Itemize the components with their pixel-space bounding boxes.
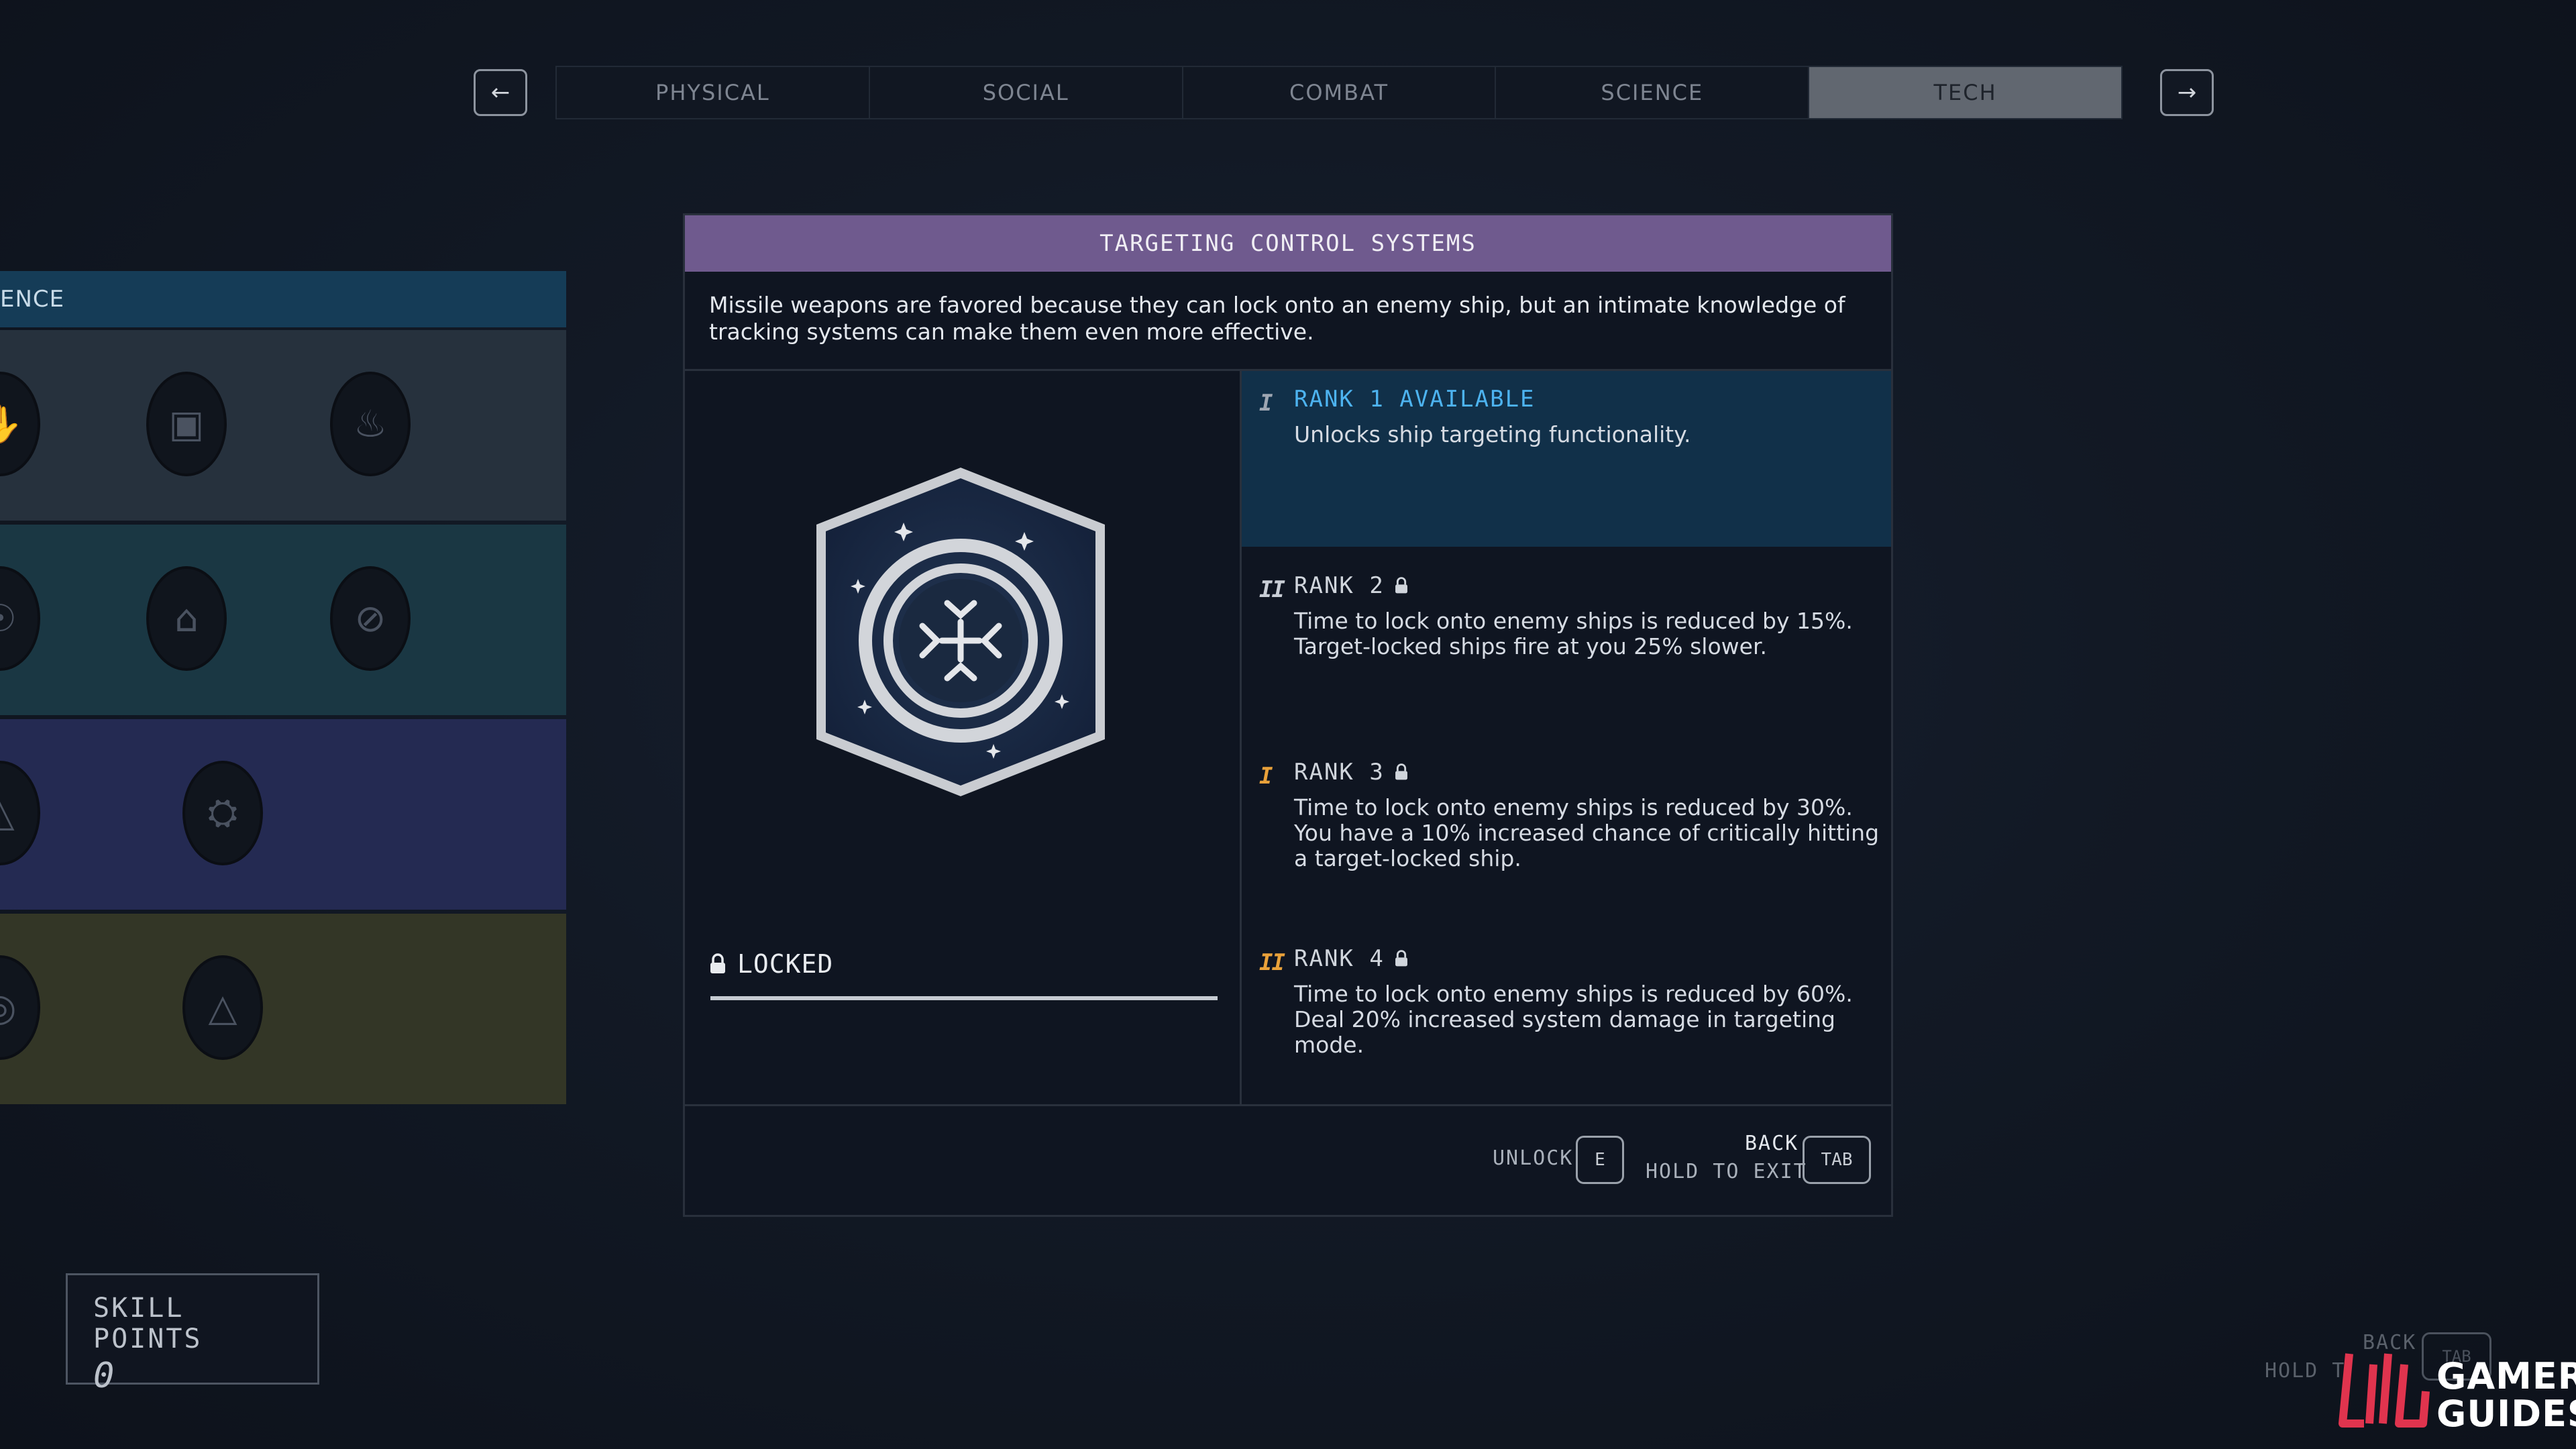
- tab-combat[interactable]: COMBAT: [1183, 67, 1497, 118]
- skill-icon[interactable]: ⊘: [330, 566, 411, 671]
- progress-bar: [710, 996, 1218, 1000]
- targeting-reticle-badge-icon: [816, 468, 1105, 796]
- skill-icon[interactable]: ⛭: [182, 761, 263, 865]
- rank-description: Time to lock onto enemy ships is reduced…: [1294, 608, 1853, 659]
- tab-physical[interactable]: PHYSICAL: [557, 67, 870, 118]
- skill-points-panel: SKILL POINTS 0: [66, 1273, 319, 1396]
- rank-title: RANK 1 AVAILABLE: [1294, 386, 1536, 413]
- logo-line-2: GUIDES: [2436, 1393, 2576, 1435]
- rank-2-item[interactable]: II RANK 2 Time to lock onto enemy ships …: [1242, 557, 1891, 733]
- skill-title: TARGETING CONTROL SYSTEMS: [685, 215, 1891, 272]
- ranks-list: I RANK 1 AVAILABLE Unlocks ship targetin…: [1242, 371, 1891, 1104]
- skill-description: Missile weapons are favored because they…: [685, 272, 1891, 371]
- skill-tree-row-advanced: ☉ ⌂ ⊘: [0, 525, 566, 715]
- unlock-key-button[interactable]: E: [1576, 1136, 1624, 1184]
- lock-icon: [1395, 763, 1407, 780]
- rank-marker-icon: I: [1259, 763, 1273, 790]
- rank-1-item[interactable]: I RANK 1 AVAILABLE Unlocks ship targetin…: [1242, 371, 1891, 547]
- skill-icon[interactable]: ⌂: [146, 566, 227, 671]
- lock-icon: [1395, 577, 1407, 594]
- tab-social[interactable]: SOCIAL: [870, 67, 1183, 118]
- rank-marker-icon: II: [1259, 949, 1285, 976]
- skill-detail-modal: TARGETING CONTROL SYSTEMS Missile weapon…: [683, 213, 1893, 1217]
- skill-icon[interactable]: ◭: [0, 761, 40, 865]
- skill-image-pane: LOCKED: [685, 371, 1242, 1104]
- skill-tree-row-master: ◎ △: [0, 914, 566, 1104]
- tab-tech[interactable]: TECH: [1809, 67, 2121, 118]
- next-category-button[interactable]: →: [2160, 69, 2214, 116]
- skill-icon[interactable]: ✋: [0, 372, 40, 476]
- rank-4-item[interactable]: II RANK 4 Time to lock onto enemy ships …: [1242, 930, 1891, 1106]
- rank-marker-icon: II: [1259, 576, 1285, 603]
- skill-tree-row-expert: ◭ ⛭: [0, 719, 566, 910]
- lock-icon: [1395, 950, 1407, 967]
- rank-title: RANK 3: [1294, 759, 1385, 786]
- rank-description: Unlocks ship targeting functionality.: [1294, 421, 1691, 447]
- prev-category-button[interactable]: ←: [474, 69, 527, 116]
- skill-icon[interactable]: ☉: [0, 566, 40, 671]
- skill-tree-header-label: ENCE: [0, 286, 65, 313]
- ghost-hold-label: HOLD T: [2265, 1359, 2346, 1383]
- arrow-right-icon: →: [2177, 79, 2197, 106]
- rank-title: RANK 4: [1294, 945, 1385, 972]
- rank-title: RANK 2: [1294, 572, 1385, 599]
- skill-status: LOCKED: [709, 949, 833, 979]
- hold-to-exit-label: HOLD TO EXIT: [1646, 1160, 1807, 1183]
- skill-tree-header: ENCE: [0, 271, 566, 327]
- skill-icon[interactable]: ◎: [0, 955, 40, 1060]
- rank-description: Time to lock onto enemy ships is reduced…: [1294, 981, 1853, 1058]
- logo-line-1: GAMER: [2436, 1355, 2576, 1397]
- skill-status-label: LOCKED: [737, 949, 834, 979]
- gamer-guides-logo-mark-icon: [2339, 1353, 2430, 1428]
- rank-description: Time to lock onto enemy ships is reduced…: [1294, 794, 1880, 871]
- modal-footer: UNLOCK E BACK HOLD TO EXIT TAB: [685, 1104, 1891, 1217]
- skill-icon[interactable]: ♨: [330, 372, 411, 476]
- skill-tree-row-novice: ✋ ▣ ♨: [0, 330, 566, 521]
- tab-science[interactable]: SCIENCE: [1496, 67, 1810, 118]
- skill-points-value: 0: [93, 1356, 115, 1396]
- back-label: BACK: [1745, 1132, 1799, 1155]
- rank-3-item[interactable]: I RANK 3 Time to lock onto enemy ships i…: [1242, 744, 1891, 920]
- skill-icon[interactable]: △: [182, 955, 263, 1060]
- skill-points-label: SKILL POINTS: [93, 1293, 203, 1354]
- skill-icon[interactable]: ▣: [146, 372, 227, 476]
- tab-key-button[interactable]: TAB: [1803, 1136, 1871, 1184]
- category-tab-bar: PHYSICAL SOCIAL COMBAT SCIENCE TECH: [555, 66, 2123, 119]
- arrow-left-icon: ←: [490, 79, 511, 106]
- gamer-guides-logo: GAMER GUIDES: [2337, 1344, 2576, 1438]
- lock-icon: [710, 953, 725, 973]
- rank-marker-icon: I: [1259, 390, 1273, 417]
- logo-text: GAMER GUIDES: [2436, 1358, 2576, 1433]
- unlock-label: UNLOCK: [1493, 1146, 1574, 1170]
